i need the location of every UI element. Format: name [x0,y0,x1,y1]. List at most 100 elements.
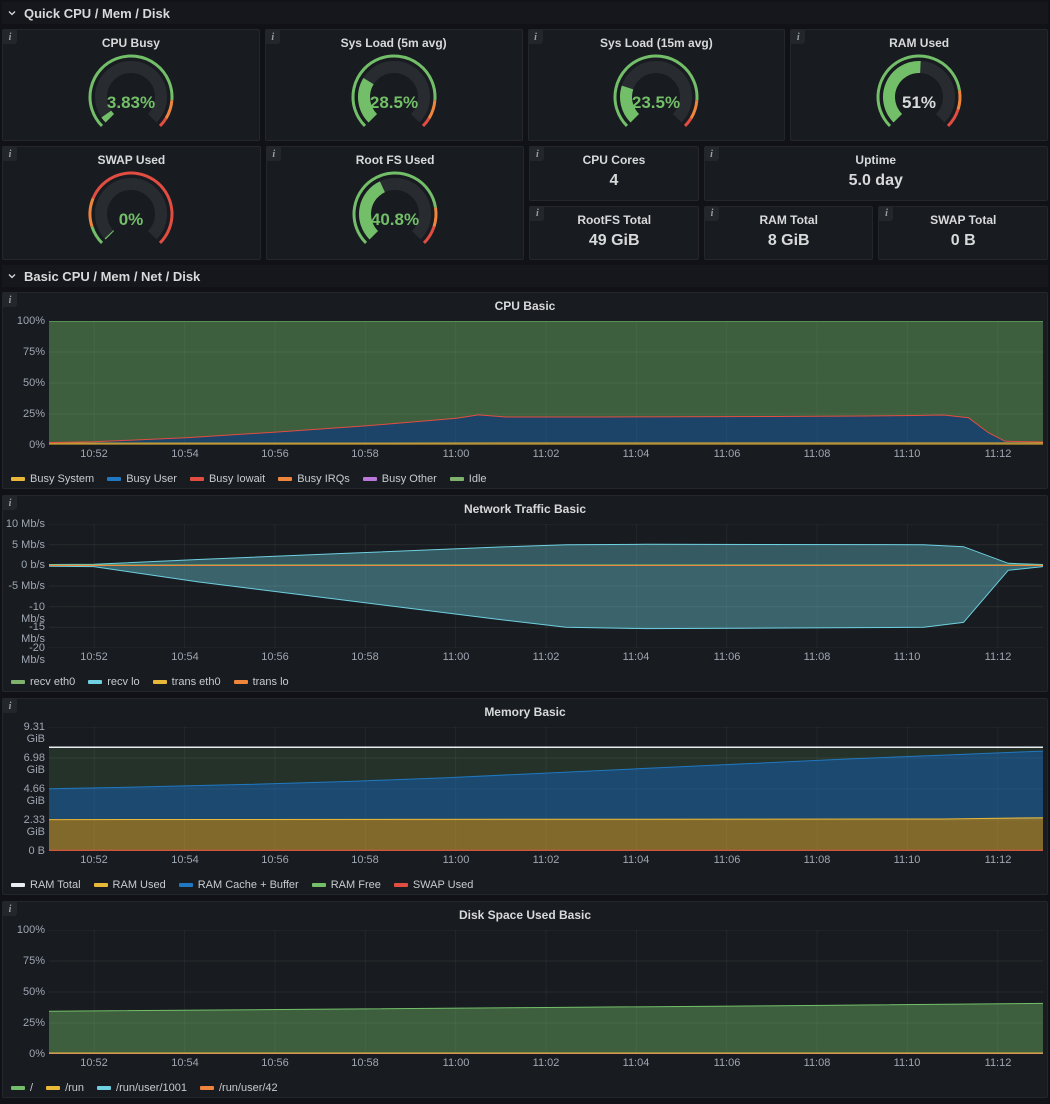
x-axis-label: 11:02 [524,448,568,460]
panel-title[interactable]: RAM Total [705,207,873,227]
chart-canvas[interactable] [49,321,1043,445]
panel-info-icon[interactable]: i [3,699,17,713]
legend-item-swap-used[interactable]: SWAP Used [394,879,474,891]
x-axis-label: 11:12 [976,448,1020,460]
legend-item-busy-system[interactable]: Busy System [11,473,94,485]
panel-cpu-basic: iCPU Basic100%75%50%25%0%10:5210:5410:56… [2,292,1048,489]
y-axis-label: 5 Mb/s [5,539,45,551]
legend-item-recv-lo[interactable]: recv lo [88,676,139,688]
x-axis-label: 11:10 [885,651,929,663]
x-axis-label: 11:08 [795,651,839,663]
x-axis-label: 11:04 [614,854,658,866]
legend-item-busy-user[interactable]: Busy User [107,473,177,485]
panel-title[interactable]: SWAP Used [97,147,165,167]
chart-canvas[interactable] [49,930,1043,1054]
panel-info-icon[interactable]: i [879,207,893,221]
panel-info-icon[interactable]: i [530,207,544,221]
panel-info-icon[interactable]: i [791,30,805,44]
legend-item-ram-used[interactable]: RAM Used [94,879,166,891]
legend-item-run-user-1001[interactable]: /run/user/1001 [97,1082,187,1094]
legend-item-recv-eth0[interactable]: recv eth0 [11,676,75,688]
panel-info-icon[interactable]: i [705,147,719,161]
panel-info-icon[interactable]: i [705,207,719,221]
panel-title[interactable]: Sys Load (5m avg) [341,30,447,50]
x-axis-label: 10:58 [343,854,387,866]
y-axis-label: 75% [5,955,45,967]
panel-info-icon[interactable]: i [3,293,17,307]
y-axis-label: 75% [5,346,45,358]
x-axis-label: 10:54 [163,448,207,460]
panel-title[interactable]: Sys Load (15m avg) [600,30,713,50]
legend-marker-icon [190,477,204,481]
panel-info-icon[interactable]: i [266,30,280,44]
legend-label: RAM Total [30,879,81,891]
legend-label: /run [65,1082,84,1094]
panel-title[interactable]: Uptime [705,147,1048,167]
gauge: 3.83% [56,51,206,135]
panel-title[interactable]: SWAP Total [879,207,1047,227]
x-axis-label: 10:56 [253,651,297,663]
legend-label: Busy User [126,473,177,485]
panel-info-icon[interactable]: i [267,147,281,161]
panel-title[interactable]: Network Traffic Basic [3,496,1047,516]
legend-marker-icon [11,883,25,887]
legend-item-idle[interactable]: Idle [450,473,487,485]
x-axis-label: 11:04 [614,651,658,663]
chart-canvas[interactable] [49,727,1043,851]
legend-item-trans-lo[interactable]: trans lo [234,676,289,688]
row-header-quick-cpu-mem-disk[interactable]: Quick CPU / Mem / Disk [2,2,1048,24]
stat-value: 0 B [879,227,1047,260]
legend-marker-icon [88,680,102,684]
panel-info-icon[interactable]: i [529,30,543,44]
legend-label: trans eth0 [172,676,221,688]
panel-cpu-cores: iCPU Cores4 [529,146,698,201]
panel-row-mixed: iSWAP Used0%iRoot FS Used40.8%iCPU Cores… [2,146,1048,260]
legend-item-ram-free[interactable]: RAM Free [312,879,381,891]
panel-info-icon[interactable]: i [3,902,17,916]
legend-marker-icon [153,680,167,684]
x-axis-label: 10:52 [72,854,116,866]
y-axis-label: 25% [5,408,45,420]
legend-item-run[interactable]: /run [46,1082,84,1094]
panel-title[interactable]: Disk Space Used Basic [3,902,1047,922]
panel-title[interactable]: CPU Busy [102,30,160,50]
row-title: Basic CPU / Mem / Net / Disk [24,269,200,284]
panel-title[interactable]: CPU Basic [3,293,1047,313]
legend-item-ram-cache-buffer[interactable]: RAM Cache + Buffer [179,879,299,891]
y-axis-label: 0 B [5,845,45,857]
legend-item-run-user-42[interactable]: /run/user/42 [200,1082,278,1094]
gauge: 40.8% [320,168,470,252]
gauge-value: 28.5% [370,93,418,112]
x-axis-label: 10:54 [163,1057,207,1069]
x-axis-label: 10:56 [253,448,297,460]
panel-info-icon[interactable]: i [3,147,17,161]
x-axis-label: 11:12 [976,651,1020,663]
gauge: 51% [844,51,994,135]
panel-title[interactable]: RootFS Total [530,207,698,227]
panel-info-icon[interactable]: i [3,30,17,44]
x-axis-label: 10:54 [163,854,207,866]
legend-item-trans-eth0[interactable]: trans eth0 [153,676,221,688]
legend-item-busy-irqs[interactable]: Busy IRQs [278,473,350,485]
x-axis-label: 10:52 [72,651,116,663]
legend-item-[interactable]: / [11,1082,33,1094]
legend-item-ram-total[interactable]: RAM Total [11,879,81,891]
x-axis-label: 10:52 [72,1057,116,1069]
panel-title[interactable]: Memory Basic [3,699,1047,719]
panel-title[interactable]: Root FS Used [356,147,435,167]
x-axis-label: 10:52 [72,448,116,460]
panel-info-icon[interactable]: i [3,496,17,510]
y-axis-label: -5 Mb/s [5,580,45,592]
legend-label: SWAP Used [413,879,474,891]
legend-label: /run/user/1001 [116,1082,187,1094]
gauge: 0% [56,168,206,252]
panel-sys-load-5m-avg: i Sys Load (5m avg) 28.5% [265,29,523,141]
legend-marker-icon [363,477,377,481]
panel-title[interactable]: CPU Cores [530,147,697,167]
legend-item-busy-iowait[interactable]: Busy Iowait [190,473,265,485]
chart-canvas[interactable] [49,524,1043,648]
panel-info-icon[interactable]: i [530,147,544,161]
legend-item-busy-other[interactable]: Busy Other [363,473,437,485]
row-header-basic-cpu-mem-net-disk[interactable]: Basic CPU / Mem / Net / Disk [2,265,1048,287]
panel-title[interactable]: RAM Used [889,30,949,50]
